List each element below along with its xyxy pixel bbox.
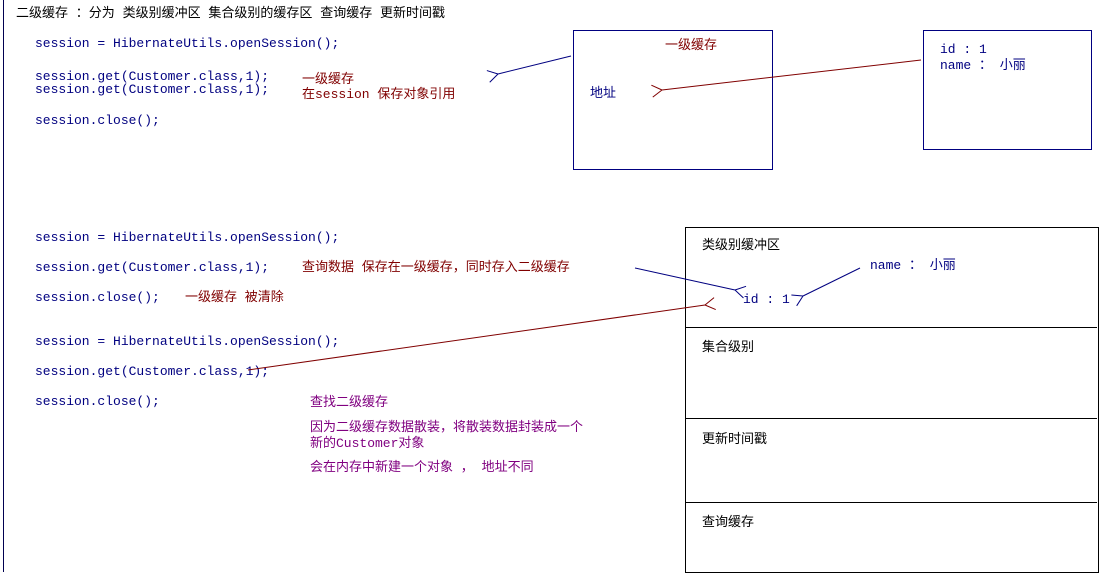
code1-line4: session.close(); <box>35 113 160 129</box>
data-name: name ： 小丽 <box>940 58 1026 74</box>
code2-line6: session.close(); <box>35 394 160 410</box>
page-left-border <box>3 0 4 572</box>
level2-divider-1 <box>685 327 1097 328</box>
code2-line3-note: 一级缓存 被清除 <box>185 290 284 306</box>
level2-sec1-id: id : 1 <box>743 292 790 308</box>
code2-line5: session.get(Customer.class,1); <box>35 364 269 380</box>
box-level1-cache-content: 地址 <box>590 86 616 102</box>
level2-sec1-title: 类级别缓冲区 <box>702 238 780 254</box>
code2-line4: session = HibernateUtils.openSession(); <box>35 334 339 350</box>
explain-3: 会在内存中新建一个对象 ， 地址不同 <box>310 460 534 476</box>
explain-2: 因为二级缓存数据散装，将散装数据封装成一个新的Customer对象 <box>310 420 590 453</box>
level2-sec1-name: name ： 小丽 <box>870 258 956 274</box>
level2-divider-3 <box>685 502 1097 503</box>
box-level1-cache-title: 一级缓存 <box>665 38 717 54</box>
level2-sec4-title: 查询缓存 <box>702 515 754 531</box>
data-id: id : 1 <box>940 42 987 58</box>
note-level1-cache: 一级缓存 <box>302 72 354 88</box>
diagram-canvas: 二级缓存 ：分为 类级别缓冲区 集合级别的缓存区 查询缓存 更新时间戳 sess… <box>0 0 1114 572</box>
code1-line3: session.get(Customer.class,1); <box>35 82 269 98</box>
code2-line2-note: 查询数据 保存在一级缓存，同时存入二级缓存 <box>302 260 570 276</box>
code2-line3: session.close(); <box>35 290 160 306</box>
page-title: 二级缓存 ：分为 类级别缓冲区 集合级别的缓存区 查询缓存 更新时间戳 <box>16 6 445 22</box>
note-session-save-ref: 在session 保存对象引用 <box>302 87 455 103</box>
code1-line1: session = HibernateUtils.openSession(); <box>35 36 339 52</box>
code2-line2: session.get(Customer.class,1); <box>35 260 269 276</box>
level2-sec3-title: 更新时间戳 <box>702 432 767 448</box>
code2-line1: session = HibernateUtils.openSession(); <box>35 230 339 246</box>
level2-sec2-title: 集合级别 <box>702 340 754 356</box>
level2-divider-2 <box>685 418 1097 419</box>
explain-1: 查找二级缓存 <box>310 395 388 411</box>
